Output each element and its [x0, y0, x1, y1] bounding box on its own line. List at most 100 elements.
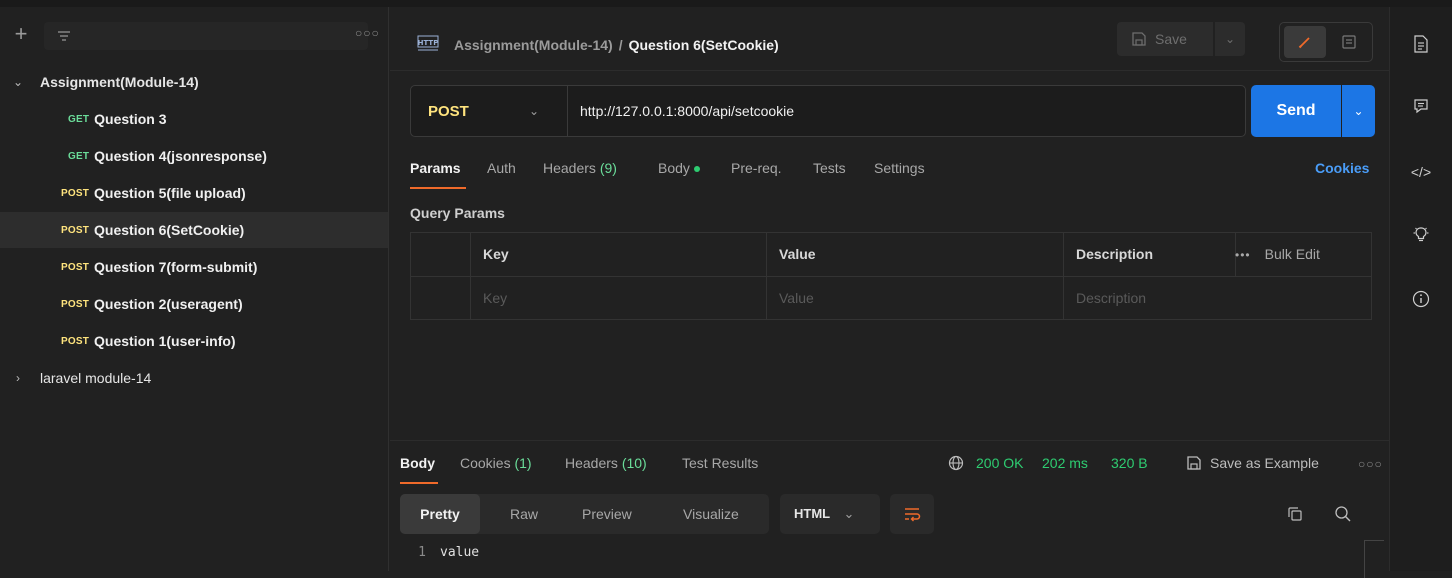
tab-params[interactable]: Params — [410, 160, 461, 176]
more-options-icon: ••• — [1235, 248, 1251, 262]
pencil-icon — [1298, 37, 1310, 49]
status-code[interactable]: 200 OK — [976, 455, 1023, 471]
table-header-row: Key Value Description ••• Bulk Edit — [411, 233, 1371, 277]
save-dropdown-button[interactable]: ⌄ — [1215, 22, 1245, 56]
tab-tests[interactable]: Tests — [813, 160, 846, 176]
save-button[interactable]: Save — [1117, 22, 1213, 56]
chevron-down-icon: ⌄ — [843, 506, 855, 521]
documentation-icon[interactable] — [1410, 33, 1432, 55]
response-tabs: Body Cookies (1) Headers (10) Test Resul… — [400, 455, 1383, 485]
method-badge: GET — [68, 113, 90, 125]
more-options-icon[interactable]: ○○○ — [1358, 457, 1383, 471]
tab-test-results[interactable]: Test Results — [682, 455, 758, 471]
collection-assignment[interactable]: ⌄ Assignment(Module-14) — [0, 64, 388, 100]
tab-response-body[interactable]: Body — [400, 455, 435, 471]
request-name: Question 2(useragent) — [94, 296, 243, 312]
tab-response-headers[interactable]: Headers (10) — [565, 455, 647, 471]
right-rail: </> — [1389, 7, 1452, 571]
request-name: Question 7(form-submit) — [94, 259, 258, 275]
globe-icon[interactable] — [948, 455, 964, 471]
tab-auth[interactable]: Auth — [487, 160, 516, 176]
docs-mode-button[interactable] — [1330, 26, 1368, 58]
save-as-example-button[interactable]: Save as Example — [1186, 455, 1319, 471]
bulk-edit[interactable]: ••• Bulk Edit — [1235, 233, 1320, 276]
response-time[interactable]: 202 ms — [1042, 455, 1088, 471]
column-description: Description — [1064, 233, 1236, 276]
description-input[interactable]: Description — [1064, 277, 1371, 320]
key-input[interactable]: Key — [471, 277, 767, 320]
collection-name: Assignment(Module-14) — [40, 74, 199, 90]
save-icon — [1187, 456, 1201, 470]
filter-icon — [58, 31, 70, 41]
chevron-down-icon: ⌄ — [12, 75, 24, 89]
method-select[interactable]: POST ⌄ — [410, 85, 568, 137]
method-value: POST — [428, 102, 469, 120]
sidebar-request-question-1[interactable]: POST Question 1(user-info) — [0, 323, 388, 359]
wrap-lines-button[interactable] — [890, 494, 934, 534]
format-select[interactable]: HTML ⌄ — [780, 494, 880, 534]
collection-name: laravel module-14 — [40, 370, 152, 386]
sidebar-request-question-3[interactable]: GET Question 3 — [0, 101, 388, 137]
row-checkbox[interactable] — [411, 277, 471, 320]
checkbox-column — [411, 233, 471, 276]
request-name: Question 1(user-info) — [94, 333, 236, 349]
sidebar-request-question-2[interactable]: POST Question 2(useragent) — [0, 286, 388, 322]
send-dropdown-button[interactable]: ⌄ — [1342, 85, 1375, 137]
breadcrumb: Assignment(Module-14) / Question 6(SetCook… — [454, 37, 779, 53]
request-name: Question 5(file upload) — [94, 185, 246, 201]
search-icon[interactable] — [1334, 505, 1352, 523]
query-params-table: Key Value Description ••• Bulk Edit Key V… — [410, 232, 1372, 320]
save-label: Save — [1155, 31, 1187, 47]
document-icon — [1342, 35, 1356, 49]
view-mode-toggle — [1279, 22, 1373, 62]
method-badge: POST — [61, 224, 90, 236]
edit-mode-button[interactable] — [1284, 26, 1326, 58]
save-icon — [1132, 32, 1146, 46]
sidebar-request-question-7[interactable]: POST Question 7(form-submit) — [0, 249, 388, 285]
response-view-selector: Pretty Raw Preview Visualize — [400, 494, 769, 534]
code-text: value — [440, 545, 480, 560]
filter-input[interactable] — [44, 22, 368, 50]
sidebar: + ○○○ ⌄ Assignment(Module-14) GET Questi… — [0, 7, 389, 571]
response-size[interactable]: 320 B — [1111, 455, 1148, 471]
tab-prereq[interactable]: Pre-req. — [731, 160, 782, 176]
response-divider[interactable] — [390, 440, 1389, 441]
send-button[interactable]: Send — [1251, 85, 1341, 137]
code-icon[interactable]: </> — [1410, 161, 1432, 183]
method-badge: POST — [61, 335, 90, 347]
column-key: Key — [471, 233, 767, 276]
method-badge: POST — [61, 261, 90, 273]
sidebar-request-question-6[interactable]: POST Question 6(SetCookie) — [0, 212, 388, 248]
copy-icon[interactable] — [1287, 506, 1303, 522]
chevron-down-icon: ⌄ — [529, 104, 540, 118]
scrollbar[interactable] — [1364, 540, 1384, 578]
breadcrumb-request[interactable]: Question 6(SetCookie) — [629, 37, 779, 53]
url-bar: POST ⌄ http://127.0.0.1:8000/api/setcook… — [410, 85, 1376, 141]
comments-icon[interactable] — [1410, 95, 1432, 117]
add-icon[interactable]: + — [10, 23, 32, 45]
http-icon: HTTP — [417, 35, 439, 51]
view-visualize[interactable]: Visualize — [683, 494, 739, 534]
value-input[interactable]: Value — [767, 277, 1064, 320]
request-name: Question 6(SetCookie) — [94, 222, 245, 238]
tab-response-cookies[interactable]: Cookies (1) — [460, 455, 532, 471]
view-pretty[interactable]: Pretty — [400, 494, 480, 534]
collection-laravel[interactable]: › laravel module-14 — [0, 360, 388, 396]
response-code-line: 1 value — [400, 545, 479, 560]
url-input[interactable]: http://127.0.0.1:8000/api/setcookie — [567, 85, 1246, 137]
cookies-link[interactable]: Cookies — [1315, 160, 1369, 176]
request-name: Question 3 — [94, 111, 167, 127]
sidebar-request-question-4[interactable]: GET Question 4(jsonresponse) — [0, 138, 388, 174]
tab-headers[interactable]: Headers (9) — [543, 160, 617, 176]
sidebar-toolbar: + ○○○ — [0, 7, 389, 65]
tab-body[interactable]: Body — [658, 160, 700, 176]
info-icon[interactable] — [1410, 288, 1432, 310]
tab-settings[interactable]: Settings — [874, 160, 925, 176]
breadcrumb-collection[interactable]: Assignment(Module-14) — [454, 37, 613, 53]
more-options-icon[interactable]: ○○○ — [355, 26, 380, 40]
lightbulb-icon[interactable] — [1410, 223, 1432, 245]
view-preview[interactable]: Preview — [582, 494, 632, 534]
sidebar-request-question-5[interactable]: POST Question 5(file upload) — [0, 175, 388, 211]
view-raw[interactable]: Raw — [510, 494, 538, 534]
request-header: HTTP Assignment(Module-14) / Question 6(Se… — [390, 7, 1389, 71]
